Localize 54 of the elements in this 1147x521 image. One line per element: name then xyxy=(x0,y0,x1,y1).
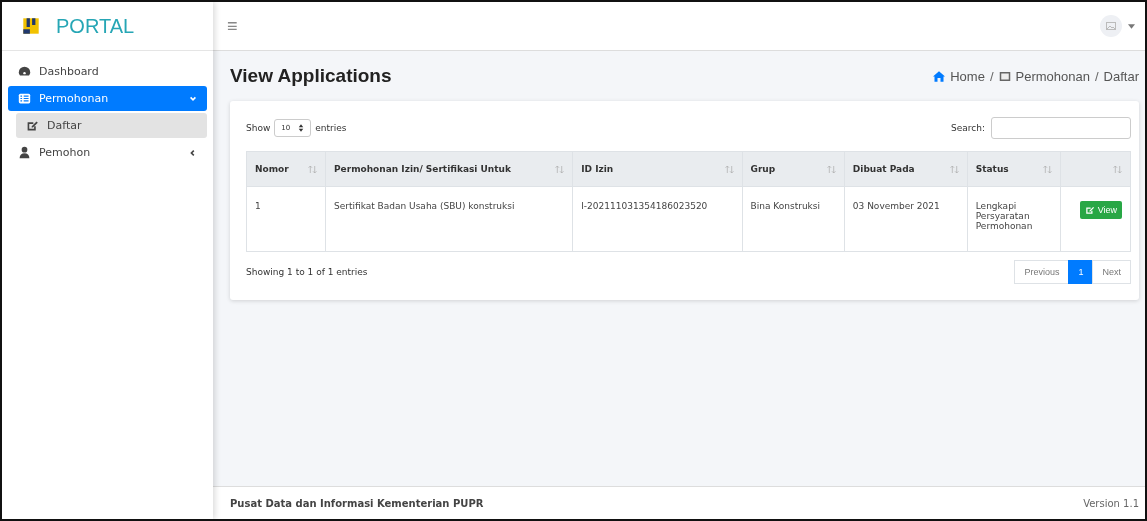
sidebar-item[interactable]: Pemohon xyxy=(8,140,207,165)
table-cell: Sertifikat Badan Usaha (SBU) konstruksi xyxy=(334,201,515,211)
list-icon xyxy=(18,92,31,105)
show-label: Show xyxy=(246,123,271,133)
search-label: Search: xyxy=(951,123,985,133)
breadcrumb-separator: / xyxy=(989,68,994,84)
pagination-button[interactable]: Previous xyxy=(1014,260,1070,284)
sort-icon[interactable] xyxy=(724,165,734,173)
column-header[interactable]: Status xyxy=(975,164,1009,174)
logo-icon xyxy=(20,15,42,37)
user-icon xyxy=(18,146,31,159)
up-down-arrows-icon xyxy=(298,124,305,132)
version-text: Version 1.1 xyxy=(1083,497,1139,509)
caret-icon[interactable] xyxy=(1128,23,1135,29)
page-title: View Applications xyxy=(230,65,392,87)
footer-text: Pusat Data dan Informasi Kementerian PUPR xyxy=(230,497,484,509)
dashboard-icon xyxy=(18,65,31,78)
search-field[interactable] xyxy=(991,117,1131,139)
menu-button[interactable]: ≡ xyxy=(223,15,242,37)
breadcrumb-item: Daftar xyxy=(1103,68,1139,84)
sort-icon[interactable] xyxy=(555,165,565,173)
sort-icon[interactable] xyxy=(308,165,317,173)
edit-icon xyxy=(26,119,39,132)
breadcrumb-link[interactable]: Home xyxy=(950,68,985,84)
pagination-button[interactable]: Next xyxy=(1092,260,1131,284)
sidebar-item[interactable]: Dashboard xyxy=(8,59,207,84)
entries-label: entries xyxy=(315,123,347,133)
column-header[interactable]: ID Izin xyxy=(581,164,614,174)
column-header[interactable]: Nomor xyxy=(255,164,289,174)
sort-icon[interactable] xyxy=(826,165,836,173)
sidebar-subitem[interactable]: Daftar xyxy=(16,113,207,138)
user-avatar[interactable] xyxy=(1100,15,1122,37)
sort-icon[interactable] xyxy=(1113,165,1122,173)
breadcrumb-item: Permohonan xyxy=(1015,68,1090,84)
table-cell: Lengkapi Persyaratan Permohonan xyxy=(975,201,1033,231)
sort-icon[interactable] xyxy=(949,165,959,173)
chevron-left-icon xyxy=(189,148,197,157)
column-header[interactable]: Grup xyxy=(750,164,776,174)
table-cell: 1 xyxy=(255,201,261,211)
chevron-down-icon xyxy=(189,94,197,103)
breadcrumb-separator: / xyxy=(1094,68,1099,84)
home-icon xyxy=(933,70,946,82)
sidebar-item[interactable]: Permohonan xyxy=(8,86,207,111)
sort-icon[interactable] xyxy=(1042,165,1052,173)
table-cell: 03 November 2021 xyxy=(852,201,940,211)
table-cell: I-202111031354186023520 xyxy=(581,201,708,211)
list-icon xyxy=(998,70,1011,82)
entries-info: Showing 1 to 1 of 1 entries xyxy=(246,267,368,277)
table-cell: Bina Konstruksi xyxy=(750,201,820,211)
portal-title: PORTAL xyxy=(56,14,135,38)
pagination-button[interactable]: 1 xyxy=(1068,260,1094,284)
edit-icon xyxy=(1084,205,1095,215)
column-header[interactable]: Permohonan Izin/ Sertifikasi Untuk xyxy=(334,164,511,174)
column-header[interactable]: Dibuat Pada xyxy=(852,164,915,174)
